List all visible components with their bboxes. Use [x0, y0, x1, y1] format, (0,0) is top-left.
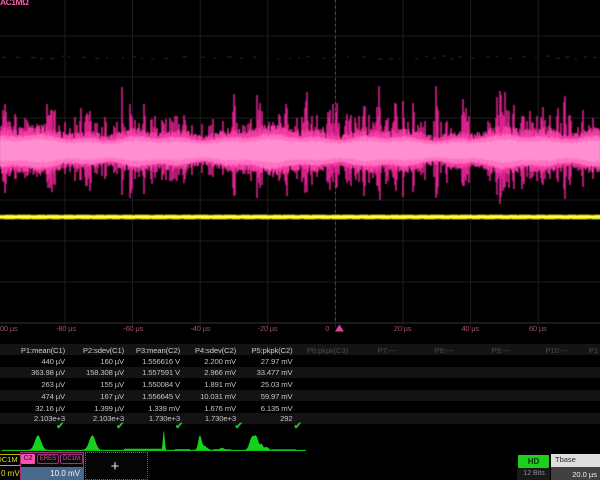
svg-text:0: 0	[325, 326, 329, 333]
